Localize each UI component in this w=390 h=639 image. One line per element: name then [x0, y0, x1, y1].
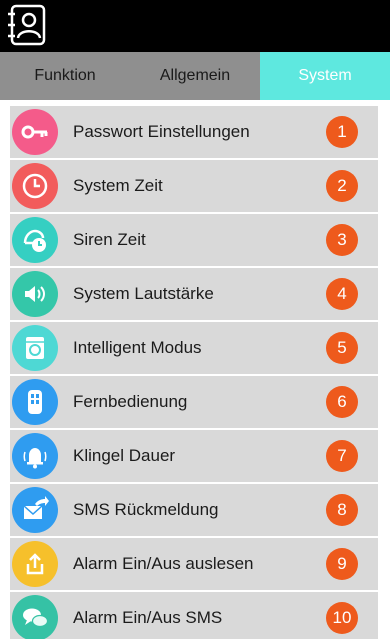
item-label: SMS Rückmeldung — [73, 500, 219, 519]
number-badge: 10 — [326, 602, 358, 634]
list-item-fernbedienung[interactable]: Fernbedienung 6 — [10, 376, 378, 428]
number-badge: 5 — [326, 332, 358, 364]
list-item-system-zeit[interactable]: System Zeit 2 — [10, 160, 378, 212]
tab-funktion[interactable]: Funktion — [0, 52, 130, 100]
number-badge: 9 — [326, 548, 358, 580]
item-label: System Zeit — [73, 176, 163, 195]
washing-machine-icon — [12, 325, 58, 371]
item-label: System Lautstärke — [73, 284, 214, 303]
contacts-book-icon[interactable] — [4, 3, 48, 47]
top-bar — [0, 0, 390, 52]
item-label: Passwort Einstellungen — [73, 122, 250, 141]
list-item-alarm-sms[interactable]: Alarm Ein/Aus SMS 10 — [10, 592, 378, 639]
tab-bar: Funktion Allgemein System — [0, 52, 390, 100]
key-icon — [12, 109, 58, 155]
chat-bubbles-icon — [12, 595, 58, 639]
list-item-lautstaerke[interactable]: System Lautstärke 4 — [10, 268, 378, 320]
list-item-intelligent-modus[interactable]: Intelligent Modus 5 — [10, 322, 378, 374]
number-badge: 7 — [326, 440, 358, 472]
number-badge: 4 — [326, 278, 358, 310]
item-label: Klingel Dauer — [73, 446, 176, 465]
list-item-siren-zeit[interactable]: Siren Zeit 3 — [10, 214, 378, 266]
number-badge: 6 — [326, 386, 358, 418]
speaker-icon — [12, 271, 58, 317]
tab-system[interactable]: System — [260, 52, 390, 100]
item-label: Fernbedienung — [73, 392, 188, 411]
list-item-alarm-auslesen[interactable]: Alarm Ein/Aus auslesen 9 — [10, 538, 378, 590]
list-item-sms-rueckmeldung[interactable]: SMS Rückmeldung 8 — [10, 484, 378, 536]
upload-icon — [12, 541, 58, 587]
item-label: Alarm Ein/Aus auslesen — [73, 554, 254, 573]
list-item-passwort[interactable]: Passwort Einstellungen 1 — [10, 106, 378, 158]
remote-control-icon — [12, 379, 58, 425]
number-badge: 1 — [326, 116, 358, 148]
bell-icon — [12, 433, 58, 479]
number-badge: 8 — [326, 494, 358, 526]
clock-icon — [12, 163, 58, 209]
number-badge: 2 — [326, 170, 358, 202]
item-label: Intelligent Modus — [73, 338, 202, 357]
alarm-clock-icon — [12, 217, 58, 263]
mail-forward-icon — [12, 487, 58, 533]
list-item-klingel-dauer[interactable]: Klingel Dauer 7 — [10, 430, 378, 482]
item-label: Siren Zeit — [73, 230, 146, 249]
number-badge: 3 — [326, 224, 358, 256]
tab-allgemein[interactable]: Allgemein — [130, 52, 260, 100]
item-label: Alarm Ein/Aus SMS — [73, 608, 223, 627]
